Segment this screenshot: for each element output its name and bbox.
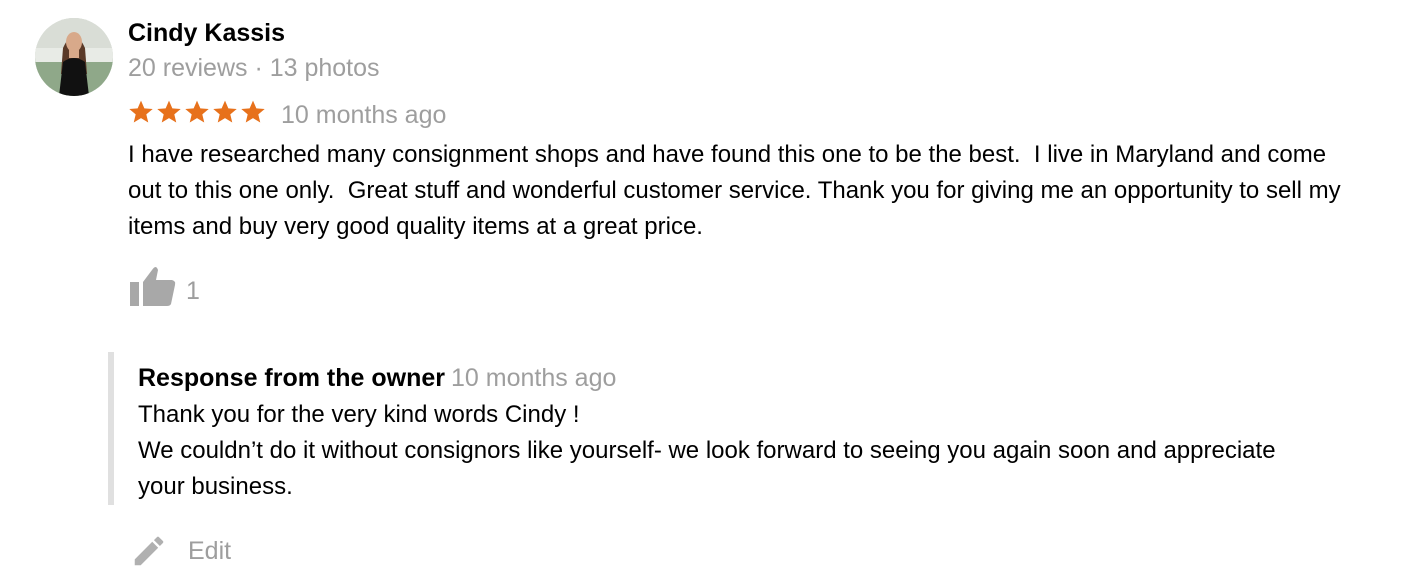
star-icon [128, 99, 154, 129]
response-label: Response from the owner [138, 364, 445, 392]
star-icon [184, 99, 210, 129]
star-icon [156, 99, 182, 129]
star-rating [128, 99, 266, 129]
avatar-image [35, 18, 113, 96]
review-time: 10 months ago [281, 101, 447, 129]
review-card: Cindy Kassis 20 reviews · 13 photos 10 m… [0, 0, 1406, 586]
star-icon [240, 99, 266, 129]
owner-response: Response from the owner 10 months ago Tha… [108, 352, 1314, 505]
response-text: Thank you for the very kind words Cindy … [138, 397, 1298, 505]
pencil-icon [130, 532, 168, 570]
star-icon [212, 99, 238, 129]
response-header: Response from the owner 10 months ago [138, 362, 616, 394]
edit-button[interactable]: Edit [130, 528, 231, 574]
response-line: Thank you for the very kind words Cindy … [138, 401, 580, 428]
review-text: I have researched many consignment shops… [128, 141, 1348, 240]
thumbs-up-icon [130, 267, 176, 306]
like-button[interactable] [128, 264, 178, 308]
response-line: We couldn’t do it without consignors lik… [138, 437, 1276, 500]
edit-label: Edit [188, 537, 232, 565]
response-time: 10 months ago [451, 364, 617, 392]
avatar[interactable] [35, 18, 113, 96]
like-count: 1 [186, 277, 200, 305]
reviewer-meta: 20 reviews · 13 photos [128, 54, 380, 82]
reviewer-name[interactable]: Cindy Kassis [128, 17, 285, 49]
